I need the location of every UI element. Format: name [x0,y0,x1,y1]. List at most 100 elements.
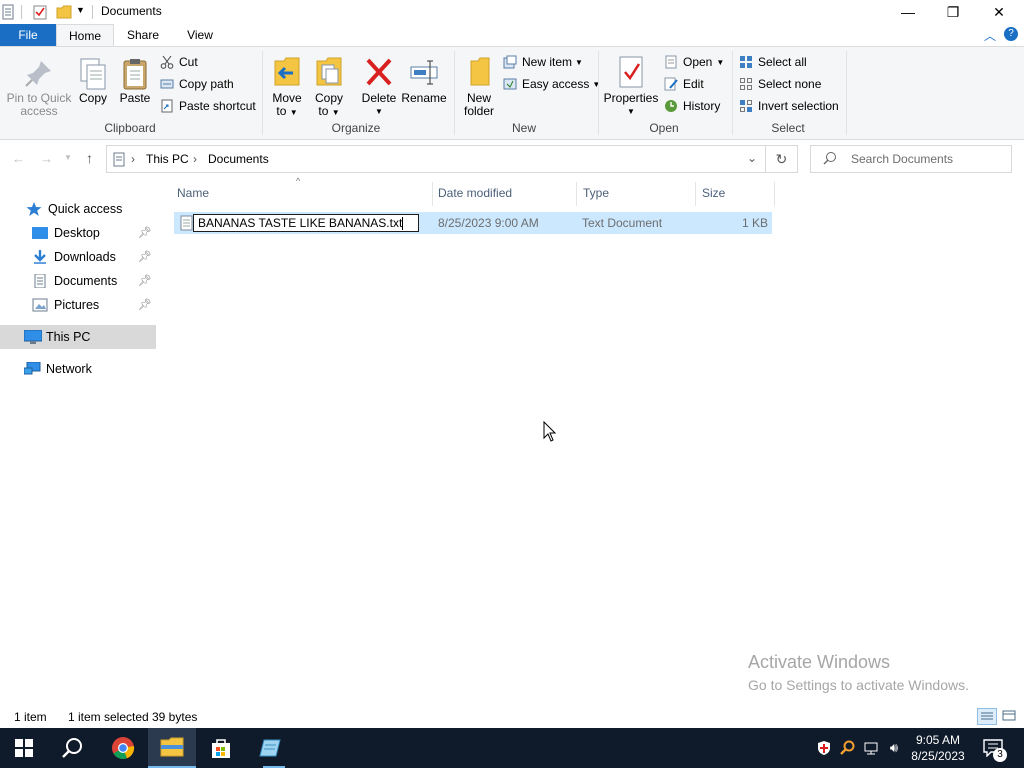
taskbar-store-button[interactable] [197,728,245,768]
taskbar-file-explorer-button[interactable] [148,728,196,768]
volume-icon[interactable]: 🔊︎ [884,728,904,768]
defender-icon[interactable] [814,728,834,768]
close-window-button[interactable]: ✕ [976,0,1022,24]
customize-toolbar-dropdown-icon[interactable]: ▼ [76,5,85,15]
rename-input[interactable]: BANANAS TASTE LIKE BANANAS.txt [193,214,419,232]
nav-item-network[interactable]: Network [0,357,156,381]
pinned-icon[interactable]: 📌︎ [138,274,152,287]
search-input[interactable]: Search Documents [851,152,953,166]
column-divider[interactable] [774,182,775,206]
nav-item-desktop[interactable]: Desktop 📌︎ [0,221,156,245]
new-folder-quick-icon[interactable] [56,5,72,22]
easy-access-button[interactable]: Easy access ▼ [503,74,600,94]
collapse-ribbon-icon[interactable]: ︿ [984,27,996,44]
new-group-label: New [511,121,536,135]
new-folder-button[interactable]: New folder [458,55,500,118]
cut-button[interactable]: Cut [160,52,198,72]
paste-shortcut-button[interactable]: Paste shortcut [160,96,256,116]
forward-arrow-icon[interactable]: → [40,151,53,166]
explorer-app-icon[interactable] [2,4,14,23]
taskbar-chrome-button[interactable] [99,728,147,768]
properties-quick-icon[interactable] [33,4,47,23]
invert-selection-button[interactable]: Invert selection [739,96,839,116]
open-button[interactable]: Open ▼ [664,52,724,72]
taskbar-notepad-button[interactable] [246,728,294,768]
history-button[interactable]: History [664,96,720,116]
copy-to-button[interactable]: Copy to ▼ [310,55,348,119]
nav-item-documents[interactable]: Documents 📌︎ [0,269,156,293]
start-button[interactable] [0,728,48,768]
address-bar[interactable]: › This PC › Documents ⌄ [106,145,766,173]
column-divider[interactable] [432,182,433,206]
nav-item-pictures[interactable]: Pictures 📌︎ [0,293,156,317]
rename-label: Rename [401,91,447,105]
column-divider[interactable] [576,182,577,206]
tab-view[interactable]: View [176,24,224,46]
large-icons-view-icon [1002,710,1016,721]
tab-file[interactable]: File [0,24,56,46]
edit-label: Edit [683,77,704,91]
select-all-icon [739,55,753,69]
select-none-icon [739,77,753,91]
pinned-icon[interactable]: 📌︎ [138,226,152,239]
column-header-size[interactable]: Size [702,186,725,200]
copy-button[interactable]: Copy [76,57,110,105]
move-to-button[interactable]: Move to ▼ [268,55,306,119]
edit-button[interactable]: Edit [664,74,704,94]
invert-selection-label: Invert selection [758,99,839,113]
status-selected-count: 1 item selected [68,710,149,724]
help-icon[interactable]: ? [1004,27,1018,41]
refresh-button[interactable]: ↻ [766,145,798,173]
copy-to-icon [313,55,345,89]
select-none-button[interactable]: Select none [739,74,821,94]
network-tray-icon[interactable] [861,728,881,768]
address-history-dropdown-icon[interactable]: ⌄ [747,151,757,165]
breadcrumb-chevron-icon[interactable]: › [193,152,197,166]
delete-button[interactable]: Delete ▼ [358,55,400,118]
copy-path-button[interactable]: Copy path [160,74,234,94]
pinned-icon[interactable]: 📌︎ [138,250,152,263]
tab-home[interactable]: Home [56,24,114,46]
search-tray-icon[interactable] [837,728,857,768]
search-box[interactable]: Search Documents [810,145,1012,173]
new-item-button[interactable]: New item ▼ [503,52,583,72]
large-icons-view-button[interactable] [1000,708,1020,725]
minimize-button[interactable]: — [885,0,931,24]
pinned-icon[interactable]: 📌︎ [138,298,152,311]
properties-icon [615,55,647,89]
pictures-icon [32,298,48,312]
delete-dropdown-icon: ▼ [375,107,383,116]
table-row[interactable]: BANANAS TASTE LIKE BANANAS.txt 8/25/2023… [174,212,772,234]
details-view-button[interactable] [977,708,997,725]
column-header-date-modified[interactable]: Date modified [438,186,512,200]
pin-to-quick-access-button[interactable]: Pin to Quick access [4,57,74,118]
restore-button[interactable]: ❐ [930,0,976,24]
column-header-name[interactable]: Name [177,186,209,200]
paste-icon [119,57,151,90]
taskbar-search-button[interactable] [48,728,96,768]
back-arrow-icon[interactable]: ← [12,151,25,166]
desktop-icon [32,226,48,240]
up-arrow-icon[interactable]: ↑ [86,150,93,166]
breadcrumb-this-pc[interactable]: This PC [146,152,189,166]
properties-button[interactable]: Properties ▼ [603,55,659,118]
breadcrumb-chevron-icon[interactable]: › [131,152,135,166]
nav-label: Desktop [54,226,100,240]
recent-locations-dropdown-icon[interactable]: ▼ [64,153,72,162]
copy-icon [77,57,109,90]
paste-button[interactable]: Paste [116,57,154,105]
nav-item-this-pc[interactable]: This PC [0,325,156,349]
pin-label-line2: access [20,104,58,118]
breadcrumb-documents[interactable]: Documents [208,152,269,166]
nav-item-downloads[interactable]: Downloads 📌︎ [0,245,156,269]
search-icon [823,151,837,168]
rename-button[interactable]: Rename [400,55,448,105]
select-all-button[interactable]: Select all [739,52,807,72]
organize-group-label: Organize [331,121,381,135]
tab-share[interactable]: Share [118,24,168,46]
clock[interactable]: 9:05 AM 8/25/2023 [907,728,969,768]
nav-item-quick-access[interactable]: Quick access [0,197,156,221]
column-header-type[interactable]: Type [583,186,609,200]
quick-access-separator [21,5,22,19]
column-divider[interactable] [695,182,696,206]
